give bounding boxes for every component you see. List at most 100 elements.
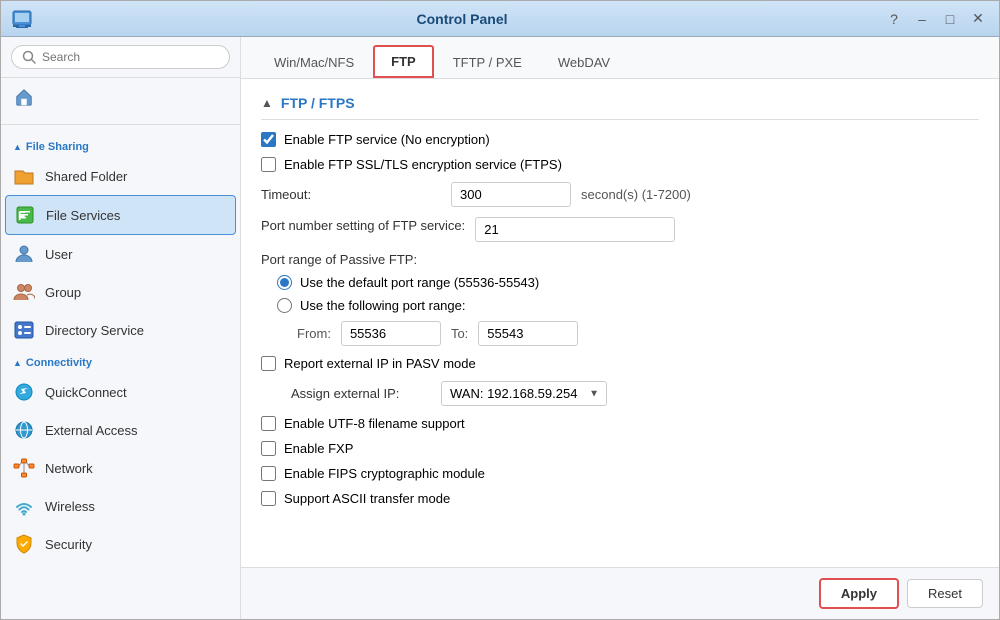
radio-group-passive: Use the default port range (55536-55543)… bbox=[261, 275, 979, 313]
radio-custom[interactable] bbox=[277, 298, 292, 313]
section-chevron-file-sharing: ▲ bbox=[13, 142, 22, 152]
port-input[interactable] bbox=[475, 217, 675, 242]
sidebar-label-external-access: External Access bbox=[45, 423, 138, 438]
sidebar: ▲ File Sharing Shared Folder F bbox=[1, 37, 241, 619]
enable-ftps-label[interactable]: Enable FTP SSL/TLS encryption service (F… bbox=[261, 157, 562, 172]
enable-ftp-label[interactable]: Enable FTP service (No encryption) bbox=[261, 132, 490, 147]
enable-fips-label[interactable]: Enable FIPS cryptographic module bbox=[261, 466, 485, 481]
radio-default[interactable] bbox=[277, 275, 292, 290]
timeout-row: Timeout: second(s) (1-7200) bbox=[261, 182, 979, 207]
enable-fips-checkbox[interactable] bbox=[261, 466, 276, 481]
enable-utf8-label[interactable]: Enable UTF-8 filename support bbox=[261, 416, 465, 431]
enable-fips-row: Enable FIPS cryptographic module bbox=[261, 466, 979, 481]
external-ip-select-wrapper: WAN: 192.168.59.254 bbox=[441, 381, 607, 406]
assign-external-ip-row: Assign external IP: WAN: 192.168.59.254 bbox=[261, 381, 979, 406]
minimize-button[interactable]: – bbox=[911, 8, 933, 30]
search-icon bbox=[22, 50, 36, 64]
port-row: Port number setting of FTP service: bbox=[261, 217, 979, 242]
enable-fxp-label[interactable]: Enable FXP bbox=[261, 441, 353, 456]
to-label: To: bbox=[451, 326, 468, 341]
section-label-connectivity: Connectivity bbox=[26, 357, 92, 369]
from-input[interactable] bbox=[341, 321, 441, 346]
app-icon bbox=[11, 8, 33, 30]
main-content: ▲ File Sharing Shared Folder F bbox=[1, 37, 999, 619]
to-input[interactable] bbox=[478, 321, 578, 346]
enable-ftp-row: Enable FTP service (No encryption) bbox=[261, 132, 979, 147]
passive-ftp-label: Port range of Passive FTP: bbox=[261, 252, 979, 267]
tab-tftp-pxe[interactable]: TFTP / PXE bbox=[436, 47, 539, 77]
section-label-file-sharing: File Sharing bbox=[26, 141, 89, 153]
close-button[interactable]: ✕ bbox=[967, 8, 989, 30]
sidebar-label-security: Security bbox=[45, 537, 92, 552]
enable-ftp-text: Enable FTP service (No encryption) bbox=[284, 132, 490, 147]
sidebar-item-user[interactable]: User bbox=[1, 235, 240, 273]
panel-content: ▲ FTP / FTPS Enable FTP service (No encr… bbox=[241, 79, 999, 567]
enable-fips-text: Enable FIPS cryptographic module bbox=[284, 466, 485, 481]
section-connectivity[interactable]: ▲ Connectivity bbox=[1, 349, 240, 373]
search-input[interactable] bbox=[42, 50, 219, 64]
sidebar-label-shared-folder: Shared Folder bbox=[45, 169, 127, 184]
sidebar-item-wireless[interactable]: Wireless bbox=[1, 487, 240, 525]
external-access-icon bbox=[13, 419, 35, 441]
report-external-ip-checkbox[interactable] bbox=[261, 356, 276, 371]
tab-webdav[interactable]: WebDAV bbox=[541, 47, 627, 77]
sidebar-label-quickconnect: QuickConnect bbox=[45, 385, 127, 400]
sidebar-item-file-services[interactable]: F File Services bbox=[5, 195, 236, 235]
sidebar-item-group[interactable]: Group bbox=[1, 273, 240, 311]
timeout-input[interactable] bbox=[451, 182, 571, 207]
enable-fxp-checkbox[interactable] bbox=[261, 441, 276, 456]
support-ascii-checkbox[interactable] bbox=[261, 491, 276, 506]
sidebar-label-file-services: File Services bbox=[46, 208, 120, 223]
sidebar-item-home[interactable] bbox=[1, 78, 240, 116]
sidebar-label-wireless: Wireless bbox=[45, 499, 95, 514]
wireless-icon bbox=[13, 495, 35, 517]
window-controls: ? – □ ✕ bbox=[883, 8, 989, 30]
port-label: Port number setting of FTP service: bbox=[261, 217, 465, 235]
sidebar-item-shared-folder[interactable]: Shared Folder bbox=[1, 157, 240, 195]
section-chevron-icon: ▲ bbox=[261, 96, 273, 110]
timeout-unit: second(s) (1-7200) bbox=[581, 187, 691, 202]
external-ip-select[interactable]: WAN: 192.168.59.254 bbox=[441, 381, 607, 406]
enable-ftp-checkbox[interactable] bbox=[261, 132, 276, 147]
sidebar-item-network[interactable]: Network bbox=[1, 449, 240, 487]
assign-external-ip-label: Assign external IP: bbox=[291, 386, 431, 401]
sidebar-label-user: User bbox=[45, 247, 72, 262]
radio-default-label: Use the default port range (55536-55543) bbox=[300, 275, 539, 290]
reset-button[interactable]: Reset bbox=[907, 579, 983, 608]
sidebar-label-group: Group bbox=[45, 285, 81, 300]
section-file-sharing[interactable]: ▲ File Sharing bbox=[1, 133, 240, 157]
enable-ftps-text: Enable FTP SSL/TLS encryption service (F… bbox=[284, 157, 562, 172]
support-ascii-label[interactable]: Support ASCII transfer mode bbox=[261, 491, 450, 506]
enable-utf8-checkbox[interactable] bbox=[261, 416, 276, 431]
security-icon bbox=[13, 533, 35, 555]
enable-ftps-checkbox[interactable] bbox=[261, 157, 276, 172]
passive-ftp-section: Port range of Passive FTP: Use the defau… bbox=[261, 252, 979, 346]
enable-fxp-row: Enable FXP bbox=[261, 441, 979, 456]
enable-utf8-row: Enable UTF-8 filename support bbox=[261, 416, 979, 431]
quickconnect-icon bbox=[13, 381, 35, 403]
section-title: FTP / FTPS bbox=[281, 95, 355, 111]
support-ascii-text: Support ASCII transfer mode bbox=[284, 491, 450, 506]
support-ascii-row: Support ASCII transfer mode bbox=[261, 491, 979, 506]
radio-custom-label: Use the following port range: bbox=[300, 298, 465, 313]
ftp-section-header: ▲ FTP / FTPS bbox=[261, 95, 979, 120]
sidebar-item-directory-service[interactable]: Directory Service bbox=[1, 311, 240, 349]
section-chevron-connectivity: ▲ bbox=[13, 358, 22, 368]
right-panel: Win/Mac/NFS FTP TFTP / PXE WebDAV ▲ FTP … bbox=[241, 37, 999, 619]
control-panel-window: Control Panel ? – □ ✕ bbox=[0, 0, 1000, 620]
tab-win-mac-nfs[interactable]: Win/Mac/NFS bbox=[257, 47, 371, 77]
apply-button[interactable]: Apply bbox=[819, 578, 899, 609]
sidebar-item-quickconnect[interactable]: QuickConnect bbox=[1, 373, 240, 411]
enable-utf8-text: Enable UTF-8 filename support bbox=[284, 416, 465, 431]
report-external-ip-label[interactable]: Report external IP in PASV mode bbox=[261, 356, 476, 371]
enable-ftps-row: Enable FTP SSL/TLS encryption service (F… bbox=[261, 157, 979, 172]
tab-ftp[interactable]: FTP bbox=[373, 45, 434, 78]
bottom-bar: Apply Reset bbox=[241, 567, 999, 619]
sidebar-item-security[interactable]: Security bbox=[1, 525, 240, 563]
maximize-button[interactable]: □ bbox=[939, 8, 961, 30]
help-button[interactable]: ? bbox=[883, 8, 905, 30]
sidebar-item-external-access[interactable]: External Access bbox=[1, 411, 240, 449]
user-icon bbox=[13, 243, 35, 265]
enable-fxp-text: Enable FXP bbox=[284, 441, 353, 456]
home-icon bbox=[13, 86, 35, 108]
